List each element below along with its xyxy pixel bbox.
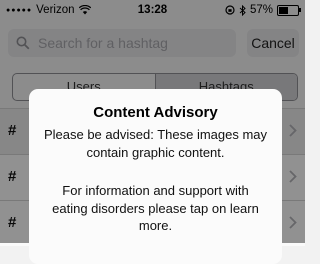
content-advisory-dialog: Content Advisory Please be advised: Thes… xyxy=(29,89,282,264)
dialog-message-warning: Please be advised: These images may cont… xyxy=(43,127,268,160)
dialog-title: Content Advisory xyxy=(93,104,218,121)
dialog-spacer xyxy=(29,161,282,178)
dialog-message-support: For information and support with eating … xyxy=(52,183,259,233)
